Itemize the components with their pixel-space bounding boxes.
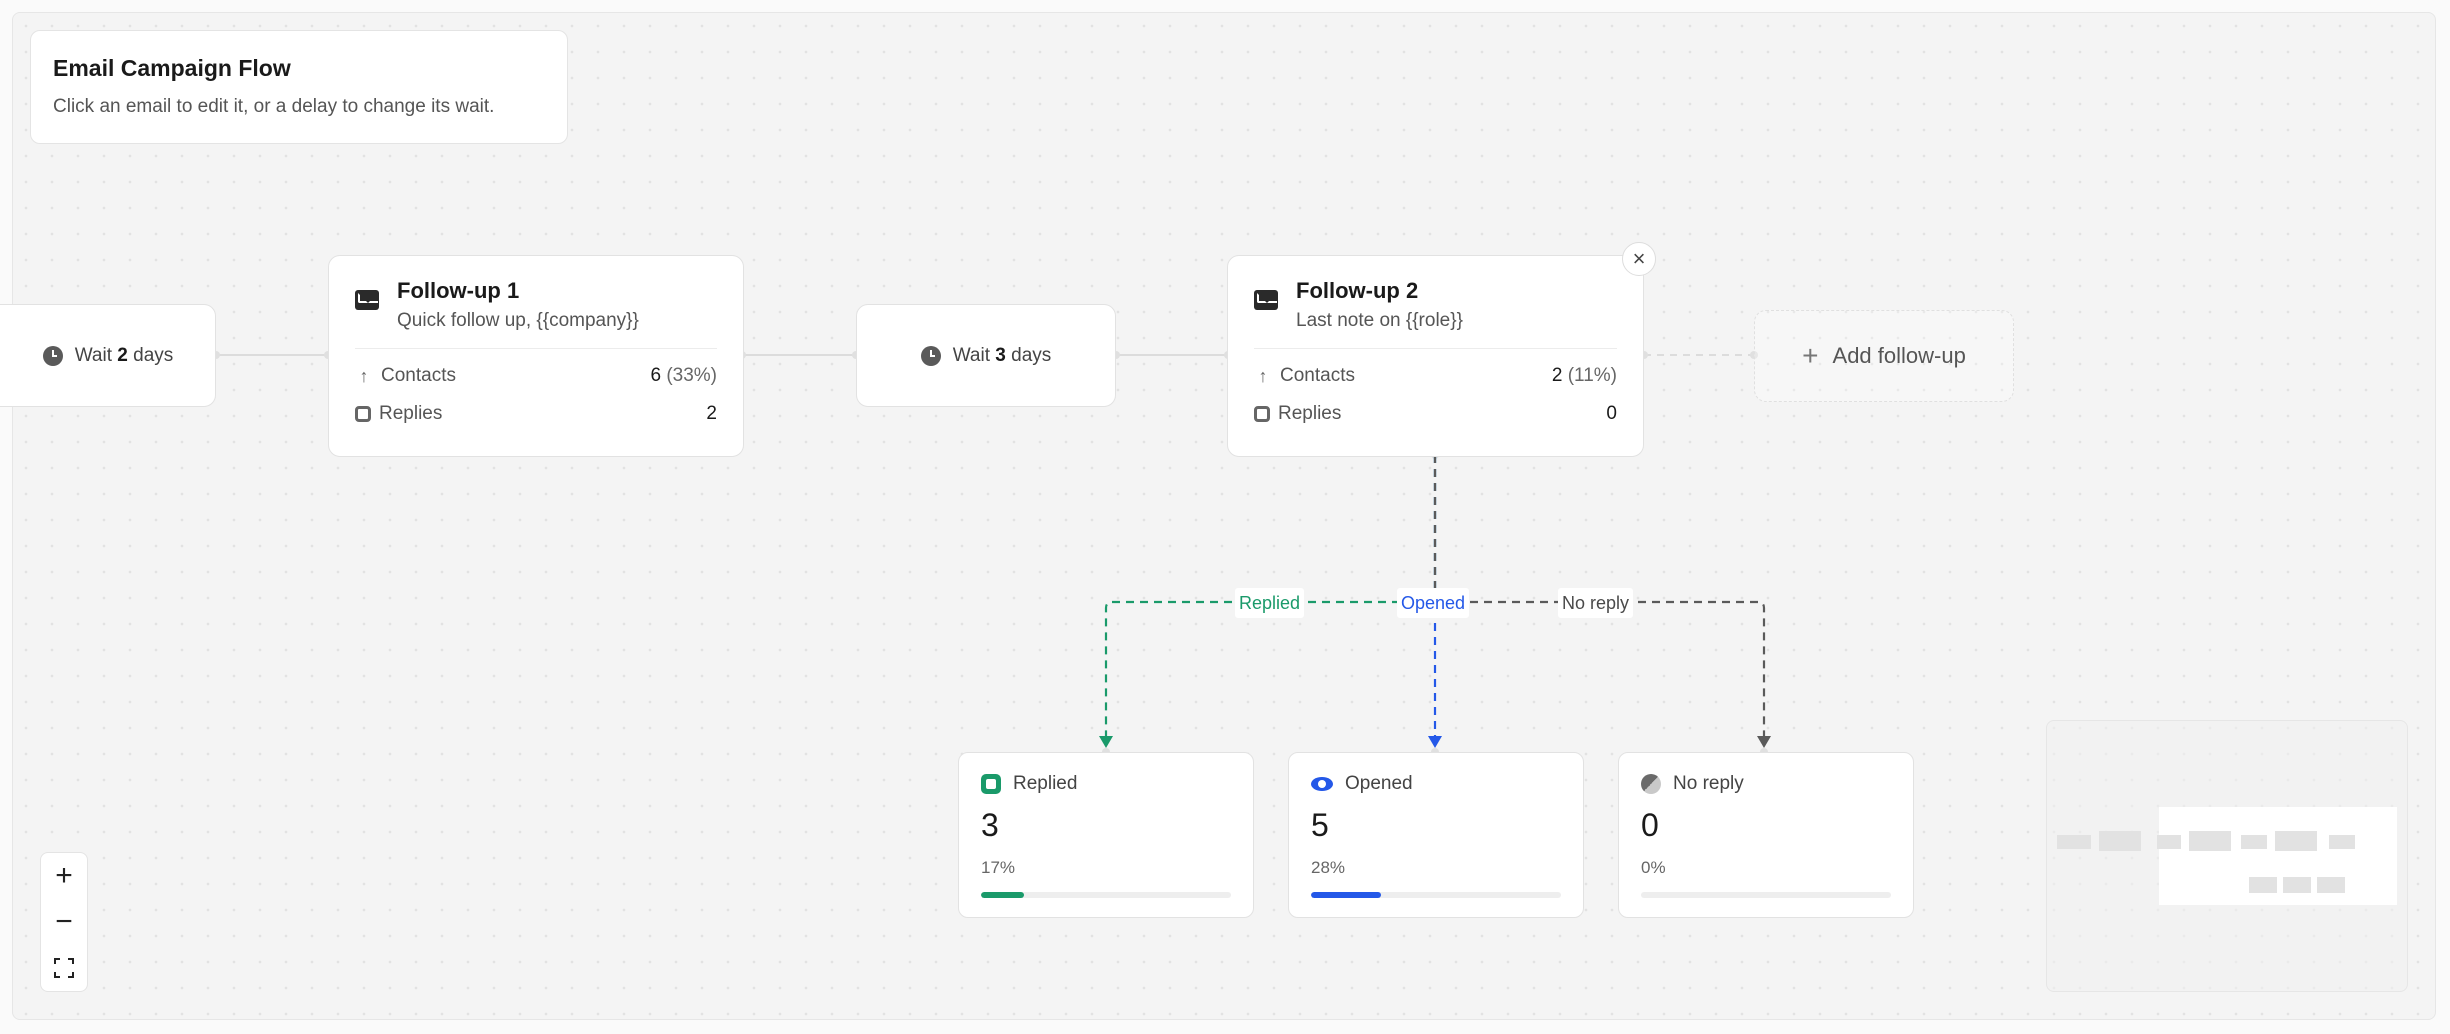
contacts-pct: (33%) [666,365,717,386]
outcome-card-no-reply[interactable]: No reply 0 0% [1618,752,1914,918]
flow-title: Email Campaign Flow [53,55,291,81]
contacts-stat: ↑ Contacts 2 (11%) [1254,365,1618,387]
outcome-card-opened[interactable]: Opened 5 28% [1288,752,1584,918]
arrow-up-icon: ↑ [1258,365,1268,386]
zoom-in-button[interactable]: + [41,856,87,896]
email-subject: Last note on {{role}} [1296,310,1463,331]
branch-label-no-reply[interactable]: No reply [1558,588,1634,618]
half-circle-icon [1641,774,1661,794]
minimap-viewport[interactable] [2159,807,2397,905]
replies-value: 2 [706,403,717,424]
delay-suffix: days [133,344,174,366]
replies-label: Replies [379,403,443,424]
envelope-icon [1254,290,1278,310]
fit-view-icon [54,958,74,978]
email-node-1[interactable]: Follow-up 1 Quick follow up, {{company}}… [328,255,744,457]
contacts-stat: ↑ Contacts 6 (33%) [355,365,718,387]
contacts-label: Contacts [1280,365,1355,386]
contacts-value: 6 [650,365,662,386]
reply-icon [1254,406,1270,422]
outcome-percent: 28% [1311,858,1346,877]
clock-icon [42,345,63,366]
outcome-progress-bar [1641,892,1891,898]
outcome-label: No reply [1673,773,1744,794]
delay-label: Wait 3 days [953,345,1052,367]
delay-label: Wait 2 days [75,345,174,367]
outcome-progress-fill [981,892,1024,898]
outcome-count: 3 [981,807,999,843]
outcome-progress-bar [1311,892,1561,898]
flow-info-panel: Email Campaign Flow Click an email to ed… [30,30,568,144]
flow-subtitle: Click an email to edit it, or a delay to… [53,96,495,117]
delay-node-1[interactable]: Wait 2 days [0,304,216,407]
replies-stat: Replies 0 [1254,403,1617,425]
delay-suffix: days [1011,344,1052,366]
eye-icon [1311,777,1333,791]
plus-icon: + [1802,340,1819,371]
outcome-card-replied[interactable]: Replied 3 17% [958,752,1254,918]
reply-icon [355,406,371,422]
outcome-count: 5 [1311,807,1329,843]
delay-prefix: Wait [74,344,112,366]
email-name: Follow-up 1 [397,278,520,303]
outcome-label: Replied [1013,773,1078,794]
zoom-out-button[interactable]: − [41,902,87,942]
email-name: Follow-up 2 [1296,278,1419,303]
replies-value: 0 [1606,403,1617,424]
delete-node-button[interactable]: × [1622,242,1656,276]
add-followup-label: Add follow-up [1832,343,1966,368]
clock-icon [920,345,941,366]
outcome-progress-bar [981,892,1231,898]
email-subject: Quick follow up, {{company}} [397,310,639,331]
branch-label-replied[interactable]: Replied [1235,588,1305,618]
envelope-icon [355,290,379,310]
arrow-up-icon: ↑ [359,365,369,386]
delay-prefix: Wait [952,344,990,366]
email-header: Follow-up 1 Quick follow up, {{company}} [355,278,717,349]
delay-node-2[interactable]: Wait 3 days [856,304,1116,407]
contacts-value: 2 [1551,365,1563,386]
branch-label-opened[interactable]: Opened [1397,588,1470,618]
add-followup-button[interactable]: + Add follow-up [1754,310,2014,402]
replies-stat: Replies 2 [355,403,717,425]
email-node-2[interactable]: Follow-up 2 Last note on {{role}} ↑ Conta… [1227,255,1644,457]
outcome-progress-fill [1311,892,1381,898]
fit-view-button[interactable] [41,948,87,988]
minimap[interactable] [2046,720,2408,992]
replied-icon [981,774,1001,794]
email-header: Follow-up 2 Last note on {{role}} [1254,278,1617,349]
delay-value: 3 [995,344,1006,366]
outcome-count: 0 [1641,807,1659,843]
outcome-label: Opened [1345,773,1413,794]
replies-label: Replies [1278,403,1342,424]
contacts-pct: (11%) [1567,365,1617,386]
delay-value: 2 [117,344,128,366]
zoom-controls: + − [40,852,88,992]
outcome-percent: 0% [1641,858,1666,877]
contacts-label: Contacts [381,365,456,386]
outcome-percent: 17% [981,858,1016,877]
